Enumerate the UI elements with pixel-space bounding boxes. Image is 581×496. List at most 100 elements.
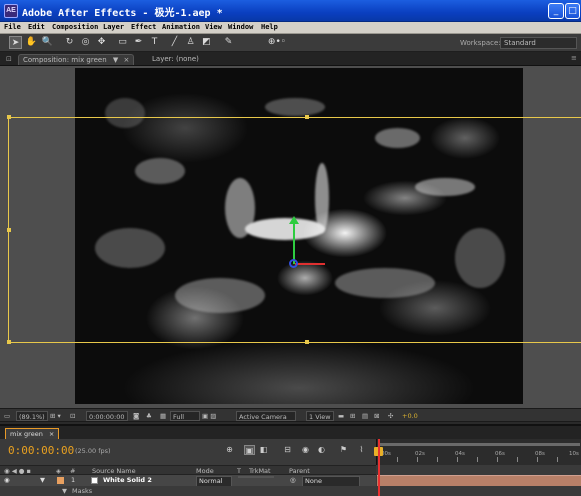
zoom-tool-icon[interactable]: 🔍 (41, 36, 54, 49)
region-of-interest-icon[interactable]: ▣ ▨ (202, 411, 216, 421)
menu-effect[interactable]: Effect (131, 23, 156, 31)
window-title: Adobe After Effects - 极光-1.aep * (22, 8, 223, 19)
timeline-panel: 0:00:00:00 (25.00 fps) ⊕ ▣ ◧ ⊟ ◉ ◐ ⚑ ⌇ 0… (0, 439, 581, 496)
masks-expand-icon[interactable]: ▼ (62, 487, 67, 496)
label-column-icon[interactable]: ◈ (56, 467, 61, 475)
video-switch-icon[interactable]: ◉ (4, 476, 10, 485)
brainstorm-icon[interactable]: ◐ (316, 445, 327, 455)
hand-tool-icon[interactable]: ✋ (25, 36, 38, 49)
masks-label: Masks (72, 487, 93, 495)
safe-zones-icon[interactable]: ⊞ ▾ (50, 411, 61, 421)
monitor-icon[interactable]: ▭ (4, 411, 10, 421)
timeline-current-time[interactable]: 0:00:00:00 (8, 444, 74, 457)
column-number[interactable]: # (70, 467, 75, 475)
after-effects-icon: AE (4, 4, 18, 18)
close-icon[interactable]: × (49, 430, 54, 438)
resolution-select[interactable]: Full (170, 411, 200, 421)
column-trkmat[interactable]: TrkMat (249, 467, 271, 475)
grid-icon[interactable]: ⊡ (70, 411, 75, 421)
column-mode[interactable]: Mode (196, 467, 214, 475)
hide-shy-layers-icon[interactable]: ◧ (258, 445, 269, 455)
clone-stamp-icon[interactable]: ♙ (184, 36, 197, 49)
x-axis-gizmo[interactable] (295, 263, 325, 265)
layer-name[interactable]: White Solid 2 (103, 476, 152, 485)
transform-handle[interactable] (305, 115, 309, 119)
y-axis-gizmo[interactable] (293, 222, 295, 264)
column-t[interactable]: T (237, 467, 241, 475)
composition-viewer[interactable] (0, 66, 581, 408)
motion-blur-icon[interactable]: ◉ (300, 445, 311, 455)
menu-window[interactable]: Window (228, 23, 253, 31)
tab-layer[interactable]: Layer: (none) (148, 54, 203, 65)
camera-view-select[interactable]: Active Camera (236, 411, 296, 421)
workspace-label: Workspace: (460, 39, 501, 47)
color-channels-icon[interactable]: ♣ (146, 411, 152, 421)
track-matte-select[interactable] (238, 476, 274, 478)
eraser-tool-icon[interactable]: ◩ (200, 36, 213, 49)
frame-rate: (25.00 fps) (75, 447, 111, 455)
pen-tool-icon[interactable]: ✒ (132, 36, 145, 49)
live-update-icon[interactable]: ⊕ (224, 445, 235, 455)
layer-row[interactable]: ◉ ▼ 1 White Solid 2 Normal ◎ None (0, 475, 376, 487)
tab-menu-icon[interactable]: ▼ (113, 56, 118, 64)
menu-view[interactable]: View (205, 23, 222, 31)
column-parent[interactable]: Parent (289, 467, 310, 475)
axis-mode-icon[interactable]: ⊕•◦ (265, 36, 289, 49)
lock-icon[interactable]: ⊡ (6, 55, 12, 63)
timeline-panel-icon[interactable]: ▤ (362, 411, 368, 421)
auto-keyframe-icon[interactable]: ⌇ (356, 445, 367, 455)
layer-duration-bar[interactable] (377, 475, 581, 486)
current-time-field[interactable]: 0:00:00:00 (86, 411, 128, 421)
snapshot-icon[interactable]: ◙ (133, 411, 139, 421)
fast-previews-icon[interactable]: ⊞ (350, 411, 355, 421)
draft-3d-icon[interactable]: ▣ (244, 445, 255, 455)
workspace-select[interactable]: Standard (500, 37, 577, 49)
menu-layer[interactable]: Layer (103, 23, 124, 31)
column-source-name[interactable]: Source Name (92, 467, 136, 475)
rectangle-mask-icon[interactable]: ▭ (116, 36, 129, 49)
transform-handle[interactable] (7, 228, 11, 232)
time-ruler[interactable]: 00s 02s 04s 06s 08s 10s (376, 439, 581, 465)
maximize-button[interactable]: □ (565, 3, 580, 19)
expand-layer-icon[interactable]: ▼ (40, 476, 45, 485)
panel-menu-icon[interactable]: ≡ (571, 54, 577, 62)
close-icon[interactable]: × (124, 56, 130, 64)
av-features-icon[interactable]: ◉ ◀ ● ▪ (4, 467, 31, 475)
orbit-camera-icon[interactable]: ◎ (79, 36, 92, 49)
z-axis-gizmo[interactable] (289, 259, 298, 268)
frame-blending-icon[interactable]: ⊟ (282, 445, 293, 455)
y-axis-arrow[interactable] (289, 216, 299, 224)
menu-edit[interactable]: Edit (28, 23, 45, 31)
label-color-swatch[interactable] (57, 477, 64, 484)
graph-editor-icon[interactable]: ⚑ (338, 445, 349, 455)
work-area-bar[interactable] (380, 443, 580, 446)
transparency-grid-icon[interactable]: ▦ (160, 411, 166, 421)
puppet-pin-icon[interactable]: ✎ (222, 36, 235, 49)
magnification-select[interactable]: (89.1%) (16, 411, 48, 421)
pixel-aspect-icon[interactable]: ▬ (338, 411, 344, 421)
selection-tool-icon[interactable]: ➤ (9, 36, 22, 49)
view-layout-select[interactable]: 1 View (306, 411, 334, 421)
title-bar: AE Adobe After Effects - 极光-1.aep * _ □ (0, 0, 581, 22)
viewer-tab-bar: ⊡ Composition: mix green ▼ × Layer: (non… (0, 52, 581, 66)
tab-composition[interactable]: Composition: mix green ▼ × (18, 54, 135, 65)
brush-tool-icon[interactable]: ╱ (168, 36, 181, 49)
menu-animation[interactable]: Animation (162, 23, 200, 31)
masks-row[interactable]: ▼ Masks (0, 486, 376, 496)
menu-help[interactable]: Help (261, 23, 278, 31)
text-tool-icon[interactable]: T (148, 36, 161, 49)
rotation-tool-icon[interactable]: ↻ (63, 36, 76, 49)
exposure-reset-icon[interactable]: ✣ (388, 411, 393, 421)
minimize-button[interactable]: _ (548, 3, 564, 19)
transform-handle[interactable] (7, 115, 11, 119)
menu-file[interactable]: File (4, 23, 21, 31)
layer-index: 1 (71, 476, 76, 484)
transform-handle[interactable] (7, 340, 11, 344)
menu-composition[interactable]: Composition (52, 23, 98, 31)
flowchart-icon[interactable]: ⊠ (374, 411, 379, 421)
menu-bar: File Edit Composition Layer Effect Anima… (0, 22, 581, 34)
pick-whip-icon[interactable]: ◎ (290, 476, 296, 485)
transform-handle[interactable] (305, 340, 309, 344)
exposure-value[interactable]: +0.0 (402, 411, 418, 421)
track-xy-camera-icon[interactable]: ✥ (95, 36, 108, 49)
